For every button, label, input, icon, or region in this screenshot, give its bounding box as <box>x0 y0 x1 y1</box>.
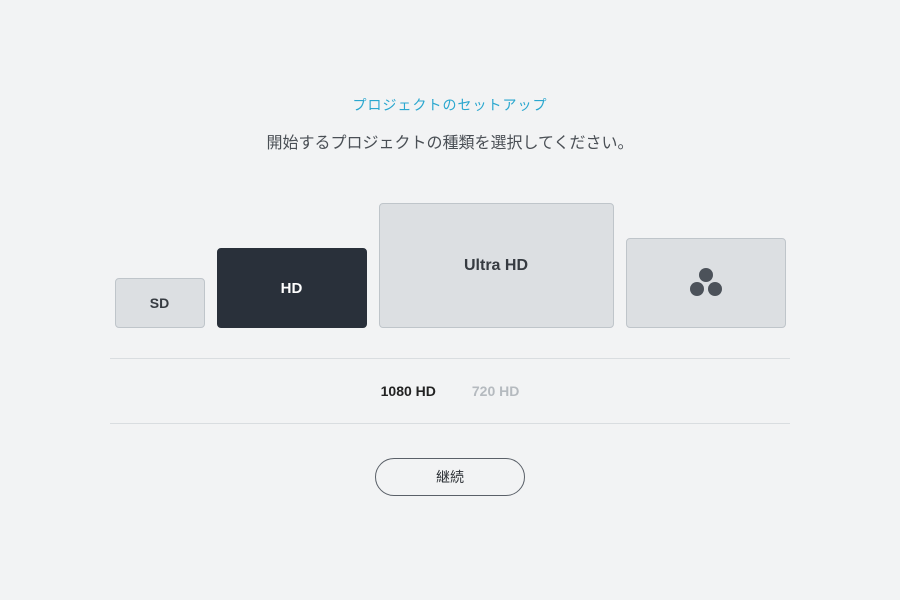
tile-ultra-hd[interactable]: Ultra HD <box>379 203 614 328</box>
hd-suboptions: 1080 HD 720 HD <box>110 359 790 424</box>
project-type-tiles: SD HD Ultra HD <box>110 203 790 359</box>
continue-row: 継続 <box>110 458 790 496</box>
setup-subtitle: 開始するプロジェクトの種類を選択してください。 <box>110 129 790 153</box>
continue-button[interactable]: 継続 <box>375 458 525 496</box>
tile-hd-label: HD <box>281 280 303 297</box>
tile-custom[interactable] <box>626 238 786 328</box>
tile-hd[interactable]: HD <box>217 248 367 328</box>
tile-sd-label: SD <box>150 295 169 311</box>
subopt-1080[interactable]: 1080 HD <box>381 383 436 399</box>
subopt-720[interactable]: 720 HD <box>472 383 519 399</box>
tile-sd[interactable]: SD <box>115 278 205 328</box>
tile-ultra-hd-label: Ultra HD <box>464 257 528 275</box>
custom-resolution-icon <box>689 268 723 298</box>
setup-eyebrow: プロジェクトのセットアップ <box>110 95 790 115</box>
